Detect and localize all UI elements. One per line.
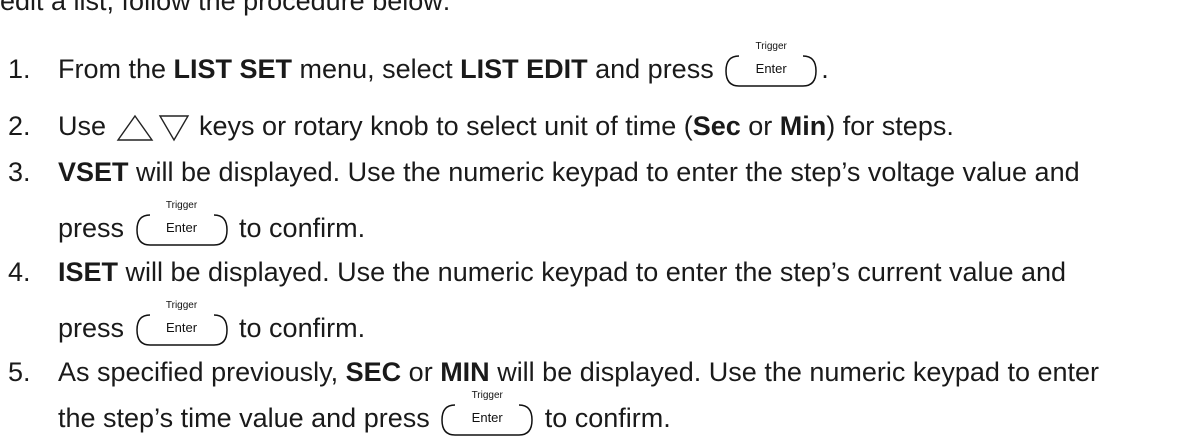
step-text: ) for steps.: [826, 111, 954, 141]
display-min: MIN: [440, 357, 490, 387]
enter-key-icon: Trigger Enter: [135, 200, 228, 246]
enter-key-icon: Trigger Enter: [725, 41, 817, 87]
step-line: As specified previously, SEC or MIN will…: [58, 355, 1099, 389]
key-top-label: Trigger: [165, 299, 198, 311]
key-label: Enter: [165, 319, 198, 335]
key-top-label: Trigger: [755, 40, 787, 52]
step-number: 5.: [8, 357, 31, 387]
step-text: .: [821, 54, 829, 84]
unit-sec: Sec: [692, 111, 741, 141]
step-line: Use keys or rotary knob to select unit o…: [58, 109, 954, 143]
display-iset: ISET: [58, 257, 119, 287]
step-number: 3.: [8, 157, 31, 187]
step-line-2: press Trigger Enter to confirm.: [58, 200, 366, 246]
key-label: Enter: [471, 409, 503, 425]
step-text: press: [58, 213, 132, 243]
step-line: ISET will be displayed. Use the numeric …: [58, 255, 1066, 289]
step-line: From the LIST SET menu, select LIST EDIT…: [58, 41, 829, 87]
unit-min: Min: [779, 111, 827, 141]
step-text: Use: [58, 111, 107, 141]
key-top-label: Trigger: [165, 199, 198, 211]
step-line-2: press Trigger Enter to confirm.: [58, 300, 366, 346]
intro-text: edit a list, follow the procedure below:: [0, 0, 451, 16]
key-label: Enter: [165, 219, 198, 235]
key-top-label: Trigger: [471, 389, 503, 401]
step-text: From the: [58, 54, 174, 84]
step-text: keys or rotary knob to select unit of ti…: [191, 111, 693, 141]
step-text: will be displayed. Use the numeric keypa…: [489, 357, 1100, 387]
step-text: the step’s time value and press: [58, 403, 438, 433]
triangle-down-icon: [158, 115, 189, 142]
enter-key-icon: Trigger Enter: [441, 390, 533, 436]
step-number: 4.: [8, 257, 31, 287]
step-text: menu, select: [292, 54, 461, 84]
step-number: 1.: [8, 54, 31, 84]
step-text: will be displayed. Use the numeric keypa…: [118, 257, 1067, 287]
triangle-up-icon: [116, 114, 153, 141]
display-sec: SEC: [345, 357, 402, 387]
step-text: press: [58, 313, 132, 343]
step-text: and press: [587, 54, 722, 84]
step-text: to confirm.: [537, 403, 671, 433]
menu-name: LIST SET: [173, 54, 293, 84]
step-text: or: [401, 357, 441, 387]
step-text: to confirm.: [231, 213, 366, 243]
step-text: will be displayed. Use the numeric keypa…: [128, 157, 1080, 187]
key-label: Enter: [755, 60, 787, 76]
step-number: 2.: [8, 111, 31, 141]
enter-key-icon: Trigger Enter: [135, 300, 228, 346]
step-text: or: [740, 111, 780, 141]
menu-item-name: LIST EDIT: [460, 54, 588, 84]
step-text: As specified previously,: [58, 357, 346, 387]
step-text: to confirm.: [231, 313, 366, 343]
display-vset: VSET: [58, 157, 129, 187]
step-line-2: the step’s time value and press Trigger E…: [58, 390, 671, 436]
step-line: VSET will be displayed. Use the numeric …: [58, 155, 1080, 189]
